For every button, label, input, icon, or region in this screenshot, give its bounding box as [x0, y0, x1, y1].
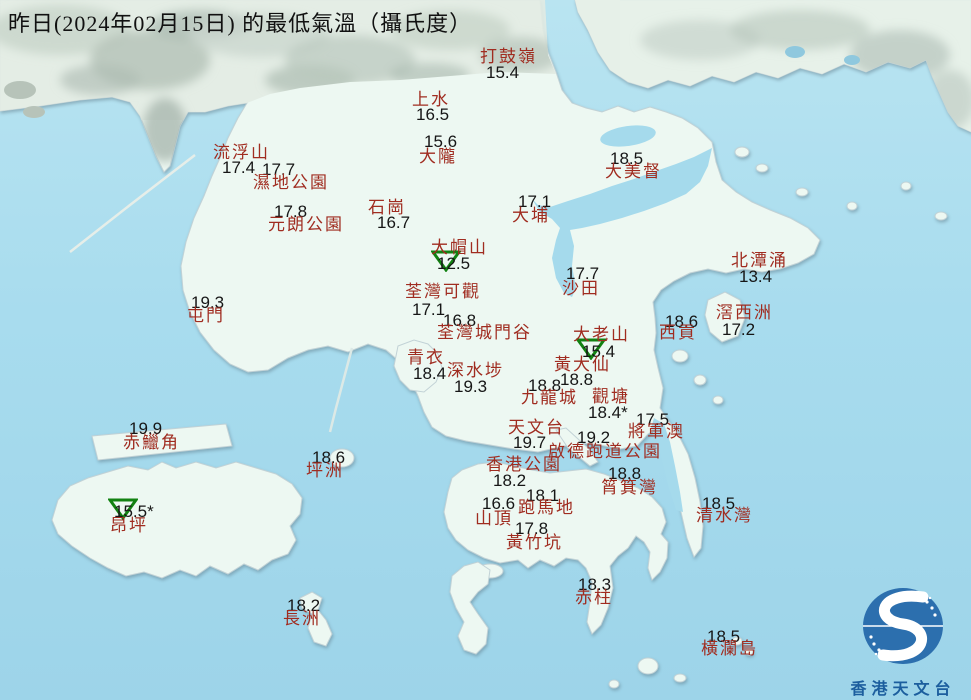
- mirs-bay-island: [900, 181, 912, 191]
- station-name: 跑馬地: [518, 498, 575, 517]
- small-island: [671, 349, 689, 363]
- po-toi-island: [637, 657, 659, 675]
- station-name: 山頂: [475, 509, 513, 528]
- tung-ping-chau: [934, 211, 948, 221]
- station-name: 筲箕灣: [601, 478, 658, 497]
- station-name: 大美督: [605, 162, 662, 181]
- small-island: [712, 395, 724, 405]
- station-name: 西貢: [659, 323, 697, 342]
- station-name: 黃竹坑: [506, 533, 563, 552]
- station-name: 滘西洲: [716, 303, 773, 322]
- station-name: 大埔: [512, 206, 550, 225]
- page-title: 昨日(2024年02月15日) 的最低氣溫（攝氏度）: [8, 11, 473, 36]
- small-island: [608, 679, 620, 689]
- station-name: 赤鱲角: [123, 433, 180, 452]
- station-value: 17.2: [722, 320, 756, 339]
- deep-bay-islet: [4, 81, 36, 99]
- mirs-bay-island: [846, 201, 858, 211]
- station-name: 赤柱: [575, 588, 613, 607]
- station-name: 啟德跑道公園: [548, 442, 662, 461]
- station-name: 九龍城: [521, 388, 578, 407]
- station-name: 昂坪: [110, 516, 148, 535]
- station-name: 元朗公園: [268, 215, 344, 234]
- station-name: 長洲: [283, 609, 321, 628]
- deep-bay-islet: [23, 106, 45, 118]
- mirs-bay-island: [795, 187, 809, 197]
- station-value: 17.1: [412, 300, 446, 319]
- station-name: 屯門: [187, 306, 225, 325]
- station-name: 荃灣城門谷: [437, 323, 532, 342]
- station-name: 青衣: [407, 348, 445, 367]
- station-name: 天文台: [508, 418, 565, 437]
- station-name: 橫瀾島: [701, 639, 758, 658]
- station-name: 深水埗: [447, 361, 504, 380]
- station-name: 將軍澳: [628, 422, 685, 441]
- mirs-bay-island: [755, 163, 769, 173]
- weather-map-screen: 昨日(2024年02月15日) 的最低氣溫（攝氏度） 15.4 打鼓嶺 16.5 上水…: [0, 0, 971, 700]
- small-island: [673, 673, 687, 683]
- station-name: 沙田: [562, 279, 600, 298]
- hko-logo-chinese-name: 香港天文台: [850, 681, 956, 698]
- station-name: 大隴: [419, 147, 457, 166]
- hko-logo-icon: [863, 588, 943, 664]
- station-name: 大老山: [573, 325, 630, 344]
- station-name: 打鼓嶺: [480, 47, 537, 66]
- hong-kong-map: [0, 0, 971, 700]
- station-name: 大帽山: [431, 238, 488, 257]
- station-name: 上水: [412, 90, 450, 109]
- mirs-bay-island: [734, 146, 750, 158]
- station-name: 北潭涌: [731, 251, 788, 270]
- station-name: 清水灣: [696, 506, 753, 525]
- hko-logo: 香港天文台 HONG KONG OBSERVATORY: [836, 584, 970, 700]
- station-name: 濕地公園: [253, 173, 329, 192]
- station-name: 石崗: [368, 198, 406, 217]
- station-name: 觀塘: [592, 387, 630, 406]
- small-island: [693, 374, 707, 386]
- station-name: 坪洲: [306, 461, 344, 480]
- station-name: 荃灣可觀: [405, 282, 481, 301]
- station-name: 黃大仙: [554, 355, 611, 374]
- station-name: 香港公園: [486, 455, 562, 474]
